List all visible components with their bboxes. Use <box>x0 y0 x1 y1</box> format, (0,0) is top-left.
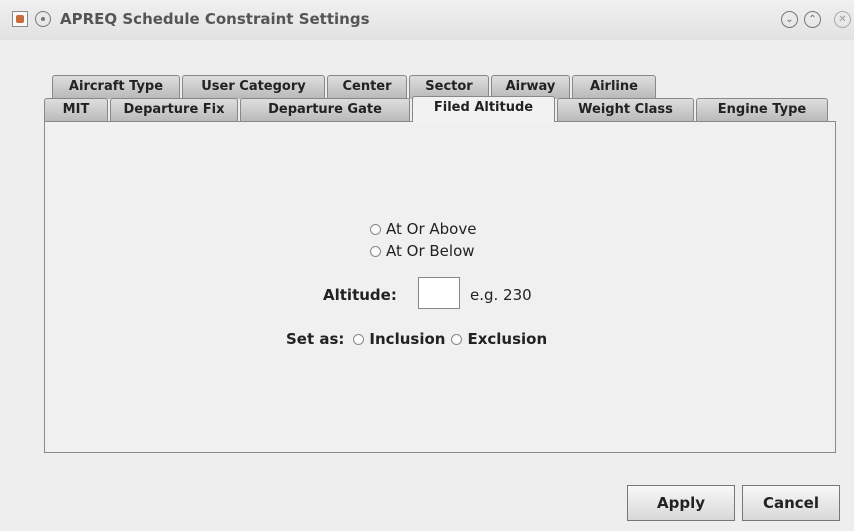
tab-filed-altitude[interactable]: Filed Altitude <box>412 96 555 122</box>
app-icon <box>12 11 28 27</box>
title-bar: APREQ Schedule Constraint Settings ⌄ ⌃ ✕ <box>0 0 854 40</box>
tab-user-category[interactable]: User Category <box>182 75 325 99</box>
inclusion-radio[interactable] <box>353 333 365 345</box>
tab-engine-type[interactable]: Engine Type <box>696 98 828 122</box>
tab-airline[interactable]: Airline <box>572 75 656 99</box>
option-label: At Or Above <box>386 220 477 238</box>
close-icon[interactable]: ✕ <box>834 11 851 28</box>
option-label: At Or Below <box>386 242 475 260</box>
window-menu-icon[interactable] <box>35 11 51 27</box>
cancel-button[interactable]: Cancel <box>742 485 840 521</box>
apply-button[interactable]: Apply <box>627 485 735 521</box>
set-as-row: Set as: Inclusion Exclusion <box>286 330 547 348</box>
radio-button[interactable] <box>370 223 381 235</box>
filed-altitude-panel: At Or Above At Or Below Altitude: e.g. 2… <box>44 121 836 453</box>
option-at-or-below[interactable]: At Or Below <box>370 242 475 260</box>
radio-button[interactable] <box>370 245 381 257</box>
tab-weight-class[interactable]: Weight Class <box>557 98 694 122</box>
altitude-label: Altitude: <box>323 286 397 304</box>
dialog-window: APREQ Schedule Constraint Settings ⌄ ⌃ ✕… <box>0 0 854 531</box>
tab-aircraft-type[interactable]: Aircraft Type <box>52 75 180 99</box>
maximize-icon[interactable]: ⌃ <box>804 11 821 28</box>
window-title: APREQ Schedule Constraint Settings <box>60 10 370 28</box>
minimize-icon[interactable]: ⌄ <box>781 11 798 28</box>
tab-mit[interactable]: MIT <box>44 98 108 122</box>
inclusion-label: Inclusion <box>369 330 446 348</box>
tab-departure-fix[interactable]: Departure Fix <box>110 98 238 122</box>
set-as-label: Set as: <box>286 330 345 348</box>
altitude-input[interactable] <box>418 277 460 309</box>
altitude-hint: e.g. 230 <box>470 286 532 304</box>
tab-center[interactable]: Center <box>327 75 407 99</box>
exclusion-radio[interactable] <box>451 333 463 345</box>
exclusion-label: Exclusion <box>467 330 548 348</box>
option-at-or-above[interactable]: At Or Above <box>370 220 476 238</box>
tab-departure-gate[interactable]: Departure Gate <box>240 98 410 122</box>
